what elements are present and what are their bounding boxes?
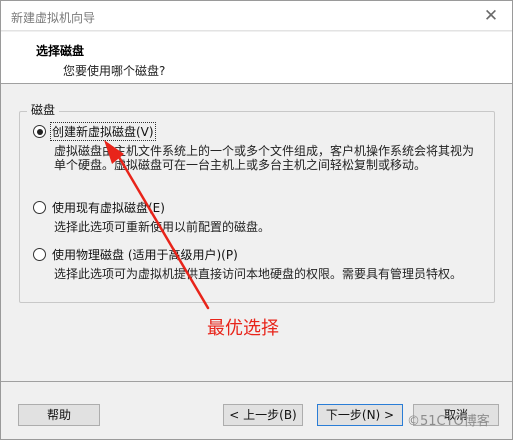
radio-button[interactable] (33, 248, 46, 261)
desc-line: 虚拟磁盘由主机文件系统上的一个或多个文件组成，客户机操作系统会将其视为 (54, 144, 475, 158)
disk-group-label: 磁盘 (27, 101, 60, 118)
option-label: 创建新虚拟磁盘(V) (50, 122, 156, 141)
annotation-text: 最优选择 (207, 318, 279, 339)
new-vm-wizard-window: 新建虚拟机向导 ✕ 选择磁盘 您要使用哪个磁盘? 磁盘 创建新虚拟磁盘(V) 虚… (0, 0, 513, 440)
watermark: ©51CTO博客 (407, 414, 490, 429)
back-button[interactable]: < 上一步(B) (223, 404, 303, 426)
page-title: 选择磁盘 (36, 44, 85, 58)
close-icon[interactable]: ✕ (478, 5, 504, 27)
option-description: 选择此选项可重新使用以前配置的磁盘。 (54, 220, 486, 234)
option-label: 使用现有虚拟磁盘(E) (52, 201, 165, 215)
radio-use-existing-disk[interactable]: 使用现有虚拟磁盘(E) (33, 199, 166, 216)
next-button[interactable]: 下一步(N) > (317, 404, 403, 426)
wizard-header: 选择磁盘 您要使用哪个磁盘? (1, 32, 512, 84)
desc-line: 单个硬盘。虚拟磁盘可在一台主机上或多台主机之间轻松复制或移动。 (54, 158, 427, 172)
option-description: 虚拟磁盘由主机文件系统上的一个或多个文件组成，客户机操作系统会将其视为 单个硬盘… (54, 144, 486, 172)
radio-use-physical-disk[interactable]: 使用物理磁盘 (适用于高级用户)(P) (33, 246, 239, 263)
desc-line: 选择此选项可为虚拟机提供直接访问本地硬盘的权限。需要具有管理员特权。 (54, 267, 463, 281)
title-bar: 新建虚拟机向导 ✕ (1, 1, 512, 31)
radio-button-selected[interactable] (33, 125, 46, 138)
footer-separator (1, 381, 512, 382)
radio-button[interactable] (33, 201, 46, 214)
desc-line: 选择此选项可重新使用以前配置的磁盘。 (54, 220, 271, 234)
radio-create-new-disk[interactable]: 创建新虚拟磁盘(V) (33, 122, 156, 141)
window-title: 新建虚拟机向导 (11, 11, 96, 25)
option-label: 使用物理磁盘 (适用于高级用户)(P) (52, 248, 238, 262)
page-subtitle: 您要使用哪个磁盘? (63, 64, 166, 78)
option-description: 选择此选项可为虚拟机提供直接访问本地硬盘的权限。需要具有管理员特权。 (54, 267, 486, 281)
help-button[interactable]: 帮助 (18, 404, 100, 426)
